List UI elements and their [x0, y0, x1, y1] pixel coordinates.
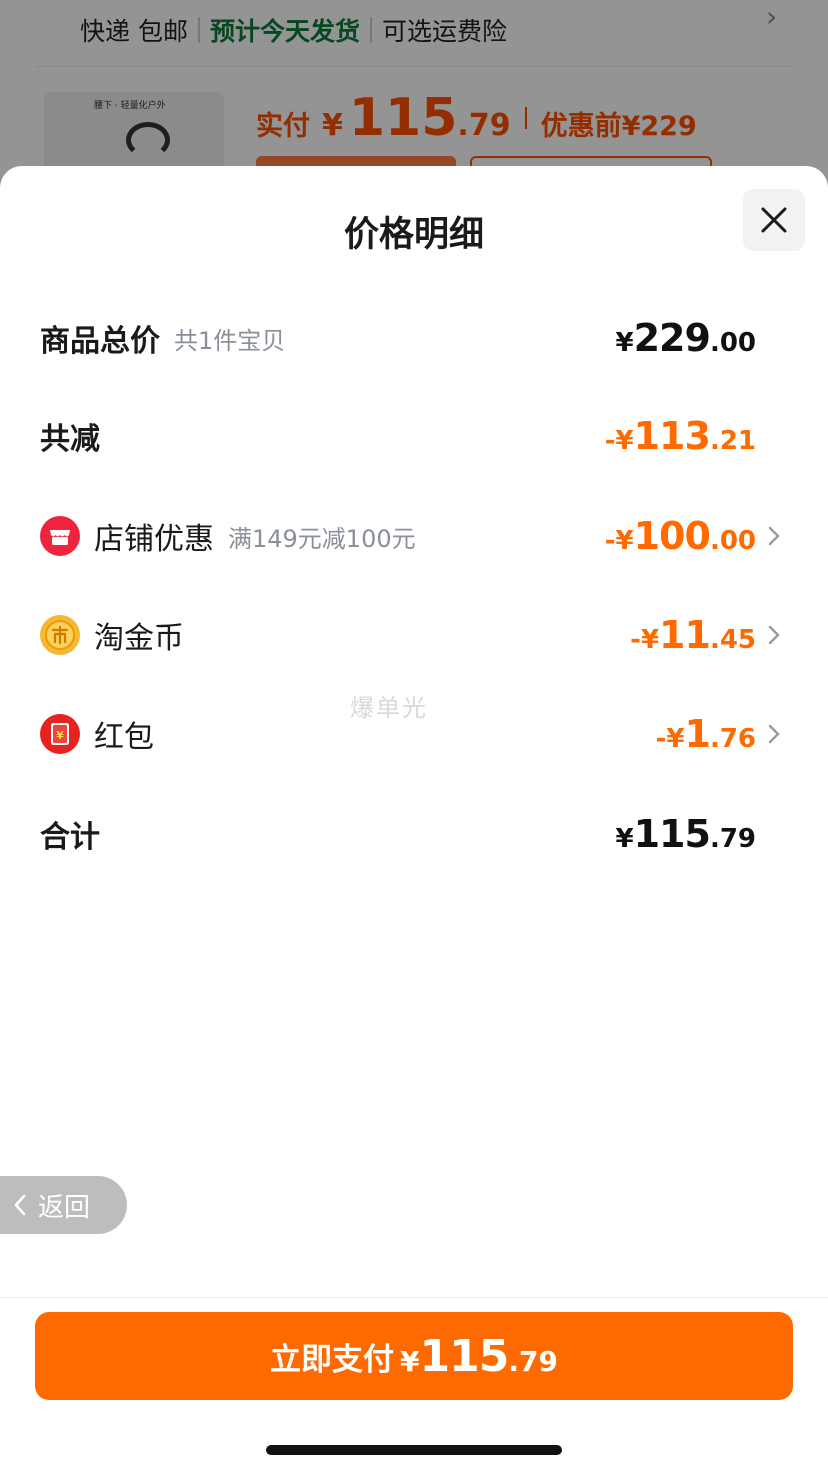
- pay-decimal: .79: [508, 1344, 558, 1378]
- chevron-right-icon: [768, 625, 780, 645]
- amount-integer: 100: [633, 514, 711, 558]
- amount-decimal: .00: [709, 526, 756, 556]
- row-total-discount: 共减 - ¥ 113 .21: [40, 406, 828, 466]
- amount-sign: -: [604, 526, 616, 556]
- amount-currency: ¥: [640, 625, 660, 655]
- amount-decimal: .00: [709, 328, 756, 358]
- amount-currency: ¥: [615, 426, 634, 456]
- row-goods-total: 商品总价 共1件宝贝 ¥ 229 .00: [40, 308, 828, 368]
- amount-integer: 11: [659, 613, 711, 657]
- pay-label: 立即支付: [270, 1341, 395, 1378]
- pay-amount: ¥ 115 .79: [394, 1331, 558, 1382]
- row-label: 店铺优惠: [94, 522, 214, 557]
- row-amount: - ¥ 1 .76: [656, 712, 756, 756]
- row-label: 合计: [40, 820, 100, 855]
- svg-text:¥: ¥: [56, 729, 64, 742]
- row-sub: 共1件宝贝: [174, 326, 286, 355]
- screen: 快递 包邮 预计今天发货 可选运费险 › 腰下 · 轻量化户外 实付 ¥ 115…: [0, 0, 828, 1473]
- red-envelope-icon: ¥: [40, 714, 80, 754]
- row-label: 共减: [40, 422, 100, 457]
- row-label: 淘金币: [94, 621, 184, 656]
- row-shop-discount[interactable]: 店铺优惠 满149元减100元 - ¥ 100 .00: [40, 506, 828, 566]
- amount-sign: -: [655, 724, 667, 754]
- chevron-right-icon: [768, 526, 780, 546]
- close-icon: [761, 207, 787, 233]
- row-label: 红包: [94, 720, 154, 755]
- coin-icon: [40, 615, 80, 655]
- close-button[interactable]: [743, 189, 805, 251]
- row-amount: - ¥ 113 .21: [605, 414, 756, 458]
- row-tao-coin[interactable]: 淘金币 - ¥ 11 .45: [40, 605, 828, 665]
- row-red-envelope[interactable]: ¥ 红包 - ¥ 1 .76: [40, 704, 828, 764]
- home-indicator: [266, 1445, 562, 1455]
- amount-currency: ¥: [615, 328, 634, 358]
- row-label: 商品总价: [40, 324, 160, 359]
- amount-currency: ¥: [666, 724, 685, 754]
- back-button[interactable]: 返回: [0, 1176, 127, 1234]
- pay-integer: 115: [419, 1330, 510, 1382]
- chevron-right-icon: [768, 724, 780, 744]
- amount-decimal: .45: [709, 625, 756, 655]
- sheet-title: 价格明细: [343, 215, 484, 255]
- amount-decimal: .21: [709, 426, 756, 456]
- row-amount: - ¥ 100 .00: [605, 514, 756, 558]
- price-detail-sheet: 价格明细 商品总价 共1件宝贝 ¥ 229 .00 共减 - ¥ 113 .21…: [0, 166, 828, 1473]
- back-label: 返回: [38, 1192, 91, 1223]
- amount-integer: 115: [633, 812, 711, 856]
- pay-currency: ¥: [400, 1344, 420, 1378]
- row-grand-total: 合计 ¥ 115 .79: [40, 804, 828, 864]
- row-sub: 满149元减100元: [228, 524, 416, 553]
- amount-sign: -: [604, 426, 616, 456]
- row-amount: ¥ 115 .79: [616, 812, 756, 856]
- amount-integer: 1: [684, 712, 710, 756]
- chevron-left-icon: [14, 1194, 26, 1216]
- shop-icon: [40, 516, 80, 556]
- pay-now-button[interactable]: 立即支付 ¥ 115 .79: [35, 1312, 793, 1400]
- watermark: 爆单光: [350, 694, 428, 722]
- amount-currency: ¥: [615, 824, 634, 854]
- divider: [0, 1297, 828, 1298]
- amount-sign: -: [630, 625, 641, 655]
- row-amount: ¥ 229 .00: [616, 316, 756, 360]
- amount-decimal: .76: [709, 724, 756, 754]
- amount-decimal: .79: [709, 824, 756, 854]
- amount-currency: ¥: [615, 526, 634, 556]
- amount-integer: 113: [633, 414, 711, 458]
- row-amount: - ¥ 11 .45: [630, 613, 756, 657]
- amount-integer: 229: [633, 316, 711, 360]
